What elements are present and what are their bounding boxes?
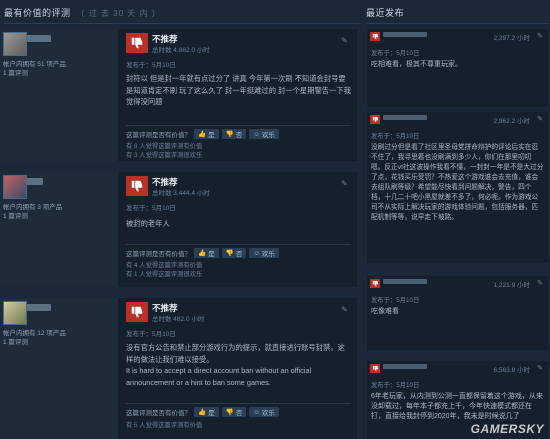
user-review-count[interactable]: 1 篇评测 bbox=[3, 212, 115, 221]
divider bbox=[126, 244, 351, 245]
watermark-logo: GAMERSKY bbox=[470, 422, 544, 436]
review-card: 帐户内拥有 51 项产品 1 篇评测 不推荐 总时数 4,862.0 小时 ✎ … bbox=[0, 29, 357, 161]
avatar[interactable] bbox=[3, 301, 27, 325]
review-user-panel: 帐户内拥有 51 项产品 1 篇评测 bbox=[0, 29, 118, 161]
flag-icon[interactable]: ✎ bbox=[341, 37, 349, 45]
review-text: 封符以 但是封一年就有点过分了 讲真 今年第一次刷 不知道会封号要是知道肯定不刷… bbox=[126, 74, 351, 106]
flag-icon[interactable]: ✎ bbox=[537, 32, 543, 40]
review-card: 帐户内拥有 3 项产品 1 篇评测 不推荐 总时数 3,444.4 小时 ✎ 发… bbox=[0, 172, 357, 287]
thumbs-down-icon bbox=[126, 176, 148, 196]
smiley-icon: ☺ bbox=[253, 130, 260, 138]
recent-review-card: 1,221.9 小时 ✎ 发布于：5月10日 吃像难看 bbox=[366, 276, 548, 350]
review-text-zh: 没有官方公告和禁止部分游戏行为的提示，就直接进行账号封禁，这样的做法让我们难以接… bbox=[126, 343, 345, 364]
vote-funny-button[interactable]: ☺ 欢乐 bbox=[249, 248, 279, 258]
user-review-count[interactable]: 1 篇评测 bbox=[3, 69, 115, 78]
username-redacted[interactable] bbox=[383, 364, 427, 369]
review-hours: 总时数 482.0 小时 bbox=[152, 316, 205, 323]
review-hours: 2,962.2 小时 bbox=[493, 118, 531, 125]
review-posted-date: 发布于：5月10日 bbox=[126, 62, 176, 69]
review-posted-date: 发布于：5月10日 bbox=[126, 205, 176, 212]
helpful-vote-row: 这篇评测是否有价值？ 👍 是 👎 否 ☺ 欢乐 bbox=[126, 407, 279, 417]
most-helpful-title: 最有价值的评测 bbox=[4, 8, 71, 18]
divider bbox=[126, 125, 351, 126]
thumbs-up-icon: 👍 bbox=[198, 409, 207, 416]
flag-icon[interactable]: ✎ bbox=[537, 115, 543, 123]
vote-no-button[interactable]: 👎 否 bbox=[221, 129, 247, 139]
vote-yes-button[interactable]: 👍 是 bbox=[194, 129, 219, 139]
thumbs-down-icon: 👎 bbox=[225, 409, 234, 416]
flag-icon[interactable]: ✎ bbox=[341, 180, 349, 188]
thumbs-down-icon bbox=[126, 302, 148, 322]
review-hours: 1,221.9 小时 bbox=[493, 282, 531, 289]
review-posted-date: 发布于：5月10日 bbox=[371, 297, 420, 304]
username-redacted[interactable] bbox=[383, 279, 427, 284]
helpful-count: 有 4 人觉得这篇评测有价值 bbox=[126, 262, 203, 269]
review-posted-date: 发布于：5月10日 bbox=[371, 382, 420, 389]
thumbs-down-icon bbox=[370, 32, 380, 41]
user-products[interactable]: 帐户内拥有 12 项产品 bbox=[3, 329, 115, 338]
vote-no-button[interactable]: 👎 否 bbox=[221, 248, 247, 258]
review-text-en: It is hard to accept a direct account ba… bbox=[126, 366, 312, 387]
user-products[interactable]: 帐户内拥有 3 项产品 bbox=[3, 203, 115, 212]
thumbs-down-icon: 👎 bbox=[225, 250, 234, 257]
review-user-panel: 帐户内拥有 3 项产品 1 篇评测 bbox=[0, 172, 118, 287]
vote-yes-button[interactable]: 👍 是 bbox=[194, 407, 219, 417]
divider bbox=[126, 403, 351, 404]
recent-review-card: 2,297.2 小时 ✎ 发布于：5月10日 吃相难看，极其不尊重玩家。 bbox=[366, 29, 548, 107]
review-text: 吃像难看 bbox=[371, 308, 399, 315]
review-hours: 2,297.2 小时 bbox=[493, 35, 531, 42]
thumbs-down-icon bbox=[370, 364, 380, 373]
review-text: 没有官方公告和禁止部分游戏行为的提示，就直接进行账号封禁，这样的做法让我们难以接… bbox=[126, 342, 351, 388]
recent-column: 最近发布 bbox=[366, 6, 548, 27]
helpful-question: 这篇评测是否有价值？ bbox=[126, 251, 191, 258]
review-posted-date: 发布于：5月10日 bbox=[371, 133, 420, 140]
vote-funny-button[interactable]: ☺ 欢乐 bbox=[249, 407, 279, 417]
smiley-icon: ☺ bbox=[253, 249, 260, 257]
funny-count: 有 1 人觉得这篇评测很欢乐 bbox=[126, 271, 203, 278]
user-products[interactable]: 帐户内拥有 51 项产品 bbox=[3, 60, 115, 69]
review-text: 6年老玩家，从内测到公测一直都保留着这个游戏，从来没卸载过，每年本子都充上千，今… bbox=[371, 393, 543, 420]
smiley-icon: ☺ bbox=[253, 408, 260, 416]
review-user-panel: 帐户内拥有 12 项产品 1 篇评测 bbox=[0, 298, 118, 439]
review-text: 没刷过分但是看了社区里圣母党拼命辩护的评论后实在忍不住了，我寻思着也没刷满到多少… bbox=[371, 144, 544, 221]
most-helpful-column: 最有价值的评测 （ 过 去 30 天 内 ） bbox=[4, 6, 361, 27]
most-helpful-subtitle: （ 过 去 30 天 内 ） bbox=[76, 9, 161, 18]
helpful-vote-row: 这篇评测是否有价值？ 👍 是 👎 否 ☺ 欢乐 bbox=[126, 248, 279, 258]
vote-no-button[interactable]: 👎 否 bbox=[221, 407, 247, 417]
helpful-vote-row: 这篇评测是否有价值？ 👍 是 👎 否 ☺ 欢乐 bbox=[126, 129, 279, 139]
username-redacted[interactable] bbox=[383, 115, 427, 120]
thumbs-down-icon: 👎 bbox=[225, 131, 234, 138]
avatar[interactable] bbox=[3, 32, 27, 56]
recent-title: 最近发布 bbox=[366, 8, 405, 18]
review-hours: 6,563.8 小时 bbox=[493, 367, 531, 374]
recent-review-card: 2,962.2 小时 ✎ 发布于：5月10日 没刷过分但是看了社区里圣母党拼命辩… bbox=[366, 112, 548, 263]
thumbs-down-icon bbox=[126, 33, 148, 53]
flag-icon[interactable]: ✎ bbox=[341, 306, 349, 314]
username-redacted[interactable] bbox=[383, 32, 427, 37]
avatar[interactable] bbox=[3, 175, 27, 199]
review-card: 帐户内拥有 12 项产品 1 篇评测 不推荐 总时数 482.0 小时 ✎ 发布… bbox=[0, 298, 357, 439]
helpful-question: 这篇评测是否有价值？ bbox=[126, 410, 191, 417]
vote-yes-button[interactable]: 👍 是 bbox=[194, 248, 219, 258]
thumbs-down-icon bbox=[370, 115, 380, 124]
helpful-question: 这篇评测是否有价值？ bbox=[126, 132, 191, 139]
review-hours: 总时数 4,862.0 小时 bbox=[152, 47, 210, 54]
flag-icon[interactable]: ✎ bbox=[537, 364, 543, 372]
review-text: 吃相难看，极其不尊重玩家。 bbox=[371, 61, 462, 68]
most-helpful-header: 最有价值的评测 （ 过 去 30 天 内 ） bbox=[4, 6, 361, 24]
helpful-count: 有 8 人觉得这篇评测有价值 bbox=[126, 143, 203, 150]
thumbs-up-icon: 👍 bbox=[198, 250, 207, 257]
vote-funny-button[interactable]: ☺ 欢乐 bbox=[249, 129, 279, 139]
review-posted-date: 发布于：5月10日 bbox=[371, 50, 420, 57]
funny-count: 有 3 人觉得这篇评测很欢乐 bbox=[126, 152, 203, 159]
thumbs-up-icon: 👍 bbox=[198, 131, 207, 138]
user-review-count[interactable]: 1 篇评测 bbox=[3, 338, 115, 347]
flag-icon[interactable]: ✎ bbox=[537, 279, 543, 287]
review-hours: 总时数 3,444.4 小时 bbox=[152, 190, 210, 197]
review-posted-date: 发布于：5月10日 bbox=[126, 331, 176, 338]
thumbs-down-icon bbox=[370, 279, 380, 288]
review-text: 被封的老年人 bbox=[126, 219, 170, 228]
helpful-count: 有 5 人觉得这篇评测有价值 bbox=[126, 422, 203, 429]
recent-header: 最近发布 bbox=[366, 6, 548, 24]
